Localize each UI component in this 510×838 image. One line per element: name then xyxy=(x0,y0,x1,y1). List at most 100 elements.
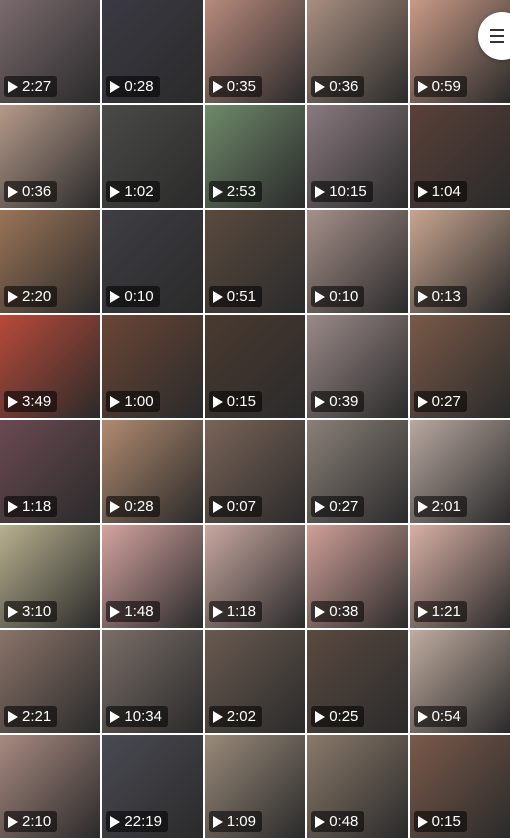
video-thumbnail[interactable]: 0:10 xyxy=(307,210,408,313)
duration-badge: 0:51 xyxy=(208,286,262,307)
video-thumbnail[interactable]: 0:48 xyxy=(307,735,408,838)
play-icon xyxy=(315,290,326,303)
video-thumbnail[interactable]: 2:10 xyxy=(0,735,101,838)
video-thumbnail[interactable]: 0:38 xyxy=(307,525,408,628)
video-thumbnail[interactable]: 1:21 xyxy=(409,525,510,628)
video-thumbnail[interactable]: 2:01 xyxy=(409,420,510,523)
duration-badge: 0:36 xyxy=(4,181,58,202)
duration-text: 0:51 xyxy=(226,288,256,305)
duration-text: 0:10 xyxy=(329,288,359,305)
video-thumbnail[interactable]: 0:27 xyxy=(409,315,510,418)
video-thumbnail[interactable]: 0:35 xyxy=(204,0,306,103)
video-thumbnail[interactable]: 0:27 xyxy=(307,420,408,523)
video-thumbnail[interactable]: 0:28 xyxy=(102,420,203,523)
video-thumbnail[interactable]: 0:39 xyxy=(307,315,408,418)
video-thumbnail[interactable]: 0:36 xyxy=(0,105,101,208)
duration-text: 10:15 xyxy=(329,183,367,200)
duration-badge: 10:15 xyxy=(311,181,373,202)
play-icon xyxy=(8,80,18,93)
play-icon xyxy=(315,395,326,408)
play-icon xyxy=(315,815,326,828)
duration-badge: 0:15 xyxy=(413,811,467,832)
video-thumbnail[interactable]: 2:21 xyxy=(0,630,101,733)
video-thumbnail[interactable]: 2:27 xyxy=(0,0,101,103)
video-thumbnail[interactable]: 22:19 xyxy=(102,735,203,838)
video-thumbnail[interactable]: 2:53 xyxy=(204,105,306,208)
duration-text: 1:09 xyxy=(226,813,256,830)
duration-badge: 10:34 xyxy=(106,706,168,727)
duration-badge: 2:27 xyxy=(4,76,58,97)
duration-badge: 1:48 xyxy=(106,601,160,622)
duration-text: 0:39 xyxy=(329,393,359,410)
video-thumbnail[interactable]: 1:18 xyxy=(0,420,101,523)
duration-badge: 0:39 xyxy=(311,391,365,412)
play-icon xyxy=(212,815,223,828)
video-thumbnail[interactable]: 0:36 xyxy=(307,0,408,103)
video-thumbnail[interactable]: 0:15 xyxy=(204,315,306,418)
duration-text: 0:15 xyxy=(226,393,256,410)
video-thumbnail[interactable]: 1:18 xyxy=(204,525,306,628)
duration-text: 0:28 xyxy=(124,498,154,515)
play-icon xyxy=(417,815,428,828)
video-thumbnail[interactable]: 0:28 xyxy=(102,0,203,103)
duration-text: 1:18 xyxy=(22,498,52,515)
video-grid: 2:27 0:28 0:35 0:36 0:59 0:36 1:02 2:53 10:15 1:0… xyxy=(0,0,510,838)
play-icon xyxy=(315,500,326,513)
play-icon xyxy=(8,815,18,828)
duration-badge: 2:53 xyxy=(208,181,262,202)
duration-badge: 1:02 xyxy=(106,181,160,202)
video-thumbnail[interactable]: 3:10 xyxy=(0,525,101,628)
play-icon xyxy=(417,500,428,513)
video-thumbnail[interactable]: 0:13 xyxy=(409,210,510,313)
play-icon xyxy=(8,710,18,723)
duration-badge: 1:00 xyxy=(106,391,160,412)
duration-text: 0:36 xyxy=(329,78,359,95)
duration-text: 0:27 xyxy=(329,498,359,515)
video-thumbnail[interactable]: 0:54 xyxy=(409,630,510,733)
duration-badge: 1:04 xyxy=(413,181,467,202)
duration-text: 0:10 xyxy=(124,288,154,305)
video-thumbnail[interactable]: 10:15 xyxy=(307,105,408,208)
play-icon xyxy=(417,290,428,303)
duration-badge: 3:49 xyxy=(4,391,58,412)
duration-text: 1:48 xyxy=(124,603,154,620)
play-icon xyxy=(212,500,223,513)
video-thumbnail[interactable]: 0:15 xyxy=(409,735,510,838)
duration-text: 2:01 xyxy=(431,498,461,515)
play-icon xyxy=(417,395,428,408)
duration-badge: 22:19 xyxy=(106,811,168,832)
play-icon xyxy=(212,710,223,723)
play-icon xyxy=(110,80,121,93)
video-thumbnail[interactable]: 0:07 xyxy=(204,420,306,523)
video-thumbnail[interactable]: 2:20 xyxy=(0,210,101,313)
duration-badge: 0:13 xyxy=(413,286,467,307)
video-thumbnail[interactable]: 2:02 xyxy=(204,630,306,733)
duration-badge: 0:54 xyxy=(413,706,467,727)
duration-badge: 0:25 xyxy=(311,706,365,727)
play-icon xyxy=(212,395,223,408)
duration-text: 0:28 xyxy=(124,78,154,95)
video-thumbnail[interactable]: 0:10 xyxy=(102,210,203,313)
duration-text: 10:34 xyxy=(124,708,162,725)
video-thumbnail[interactable]: 1:48 xyxy=(102,525,203,628)
play-icon xyxy=(212,80,223,93)
video-thumbnail[interactable]: 10:34 xyxy=(102,630,203,733)
video-thumbnail[interactable]: 1:04 xyxy=(409,105,510,208)
play-icon xyxy=(315,80,326,93)
video-thumbnail[interactable]: 1:09 xyxy=(204,735,306,838)
video-thumbnail[interactable]: 1:00 xyxy=(102,315,203,418)
play-icon xyxy=(8,500,18,513)
duration-badge: 1:21 xyxy=(413,601,467,622)
play-icon xyxy=(315,710,326,723)
play-icon xyxy=(212,605,223,618)
duration-badge: 0:10 xyxy=(106,286,160,307)
video-thumbnail[interactable]: 3:49 xyxy=(0,315,101,418)
video-thumbnail[interactable]: 0:25 xyxy=(307,630,408,733)
duration-badge: 0:48 xyxy=(311,811,365,832)
video-thumbnail[interactable]: 1:02 xyxy=(102,105,203,208)
video-thumbnail[interactable]: 0:51 xyxy=(204,210,306,313)
duration-text: 0:07 xyxy=(226,498,256,515)
duration-text: 0:35 xyxy=(226,78,256,95)
duration-text: 2:53 xyxy=(226,183,256,200)
duration-badge: 1:18 xyxy=(208,601,262,622)
